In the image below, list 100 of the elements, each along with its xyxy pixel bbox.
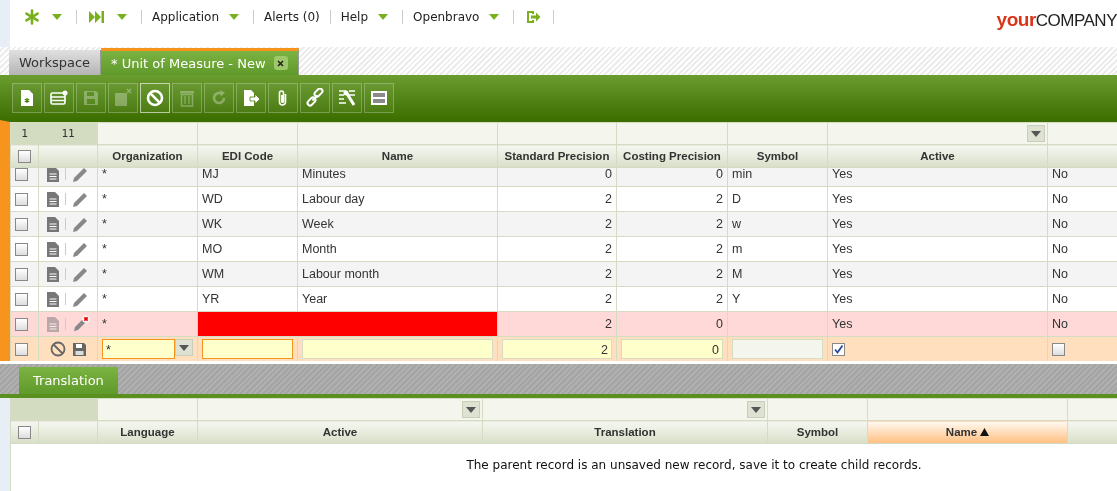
table-cell: * — [97, 186, 198, 212]
dropdown-button[interactable] — [1027, 125, 1045, 142]
dropdown-button[interactable] — [175, 339, 193, 356]
window-tab[interactable]: Workspace — [9, 50, 102, 75]
dropdown-button[interactable] — [462, 401, 480, 418]
symbol-field[interactable] — [732, 339, 823, 359]
checkbox[interactable] — [15, 268, 28, 282]
checkbox[interactable] — [15, 318, 28, 332]
table-cell: Yes — [827, 261, 1048, 287]
pencil-icon[interactable] — [72, 215, 89, 233]
table-cell: m — [727, 236, 828, 262]
filter-field[interactable] — [616, 122, 728, 145]
company-logo: yourCOMPANY — [996, 8, 1117, 32]
column-header[interactable]: Active — [827, 144, 1048, 168]
table-cell: Month — [297, 236, 498, 262]
column-header[interactable]: Standard Precision — [497, 144, 617, 168]
table-cell: 2 — [497, 236, 617, 262]
table-cell: Yes — [827, 211, 1048, 237]
edi-code-field[interactable] — [202, 339, 293, 359]
table-cell: 2 — [497, 261, 617, 287]
dropdown-button[interactable] — [747, 401, 765, 418]
save-icon[interactable] — [71, 341, 87, 357]
document-icon[interactable] — [47, 191, 59, 207]
checkbox[interactable] — [15, 243, 28, 257]
caret-icon[interactable] — [751, 406, 761, 413]
menu-item[interactable]: Help — [340, 10, 369, 24]
document-icon[interactable] — [47, 266, 59, 282]
pencil-icon[interactable] — [72, 290, 89, 308]
checkbox[interactable] — [18, 149, 31, 163]
column-header[interactable]: Name — [297, 144, 498, 168]
caret-icon[interactable] — [466, 406, 476, 413]
empty-message: The parent record is an unsaved new record, save it to create child records. — [466, 458, 922, 472]
close-icon[interactable] — [277, 59, 284, 67]
filter-field[interactable] — [727, 122, 828, 145]
filter-field[interactable] — [1047, 122, 1117, 145]
column-header[interactable]: Costing Precision — [616, 144, 728, 168]
filter-field[interactable] — [1067, 398, 1117, 421]
costing-precision-field[interactable]: 0 — [621, 339, 723, 359]
caret-icon[interactable] — [489, 14, 500, 20]
table-cell: MO — [197, 236, 298, 262]
document-icon[interactable] — [47, 291, 59, 307]
standard-precision-field[interactable]: 2 — [502, 339, 612, 359]
active-checkbox[interactable] — [832, 343, 845, 357]
close-button[interactable] — [273, 56, 288, 70]
caret-icon[interactable] — [179, 344, 189, 351]
sort-ascending-icon[interactable] — [980, 428, 990, 436]
table-cell: 0 — [497, 168, 617, 187]
asterisk-icon[interactable] — [24, 9, 40, 25]
column-header[interactable]: Translation — [482, 420, 768, 444]
checkbox[interactable] — [15, 168, 28, 182]
pencil-error-icon[interactable] — [71, 315, 90, 333]
pencil-icon[interactable] — [72, 240, 89, 258]
table-cell: No — [1047, 168, 1117, 187]
caret-icon[interactable] — [1031, 130, 1041, 137]
checkbox[interactable] — [1052, 343, 1065, 357]
column-header[interactable]: Active — [197, 420, 483, 444]
fast-forward-icon[interactable] — [89, 10, 105, 24]
table-cell: Yes — [827, 168, 1048, 187]
table-cell: 2 — [497, 311, 617, 337]
cancel-icon[interactable] — [49, 341, 66, 357]
filter-field[interactable] — [767, 398, 868, 421]
caret-icon[interactable] — [117, 14, 127, 20]
document-icon[interactable] — [47, 216, 59, 232]
table-cell: 2 — [497, 286, 617, 312]
filter-field[interactable] — [97, 122, 198, 145]
filter-field[interactable] — [482, 398, 768, 421]
menu-item[interactable]: Openbravo — [413, 10, 480, 24]
filter-field[interactable] — [827, 122, 1048, 145]
table-cell: 0 — [616, 168, 728, 187]
document-icon[interactable] — [47, 241, 59, 257]
checkbox[interactable] — [15, 293, 28, 307]
filter-field[interactable] — [97, 398, 198, 421]
checkbox[interactable] — [15, 343, 28, 357]
pencil-icon[interactable] — [72, 265, 89, 283]
table-cell: Labour day — [297, 186, 498, 212]
table-cell: 2 — [616, 211, 728, 237]
name-field[interactable] — [302, 339, 493, 359]
table-cell: * — [97, 286, 198, 312]
table-cell: Y — [727, 286, 828, 312]
pencil-icon[interactable] — [72, 190, 89, 208]
document-icon[interactable] — [46, 316, 59, 332]
caret-icon[interactable] — [52, 14, 62, 20]
table-cell: 2 — [497, 211, 617, 237]
caret-icon[interactable] — [229, 14, 240, 20]
filter-field[interactable] — [497, 122, 617, 145]
table-cell: WK — [197, 211, 298, 237]
document-icon[interactable] — [47, 168, 59, 182]
logout-icon[interactable] — [526, 10, 542, 24]
checkbox[interactable] — [18, 425, 31, 439]
menu-item[interactable]: Alerts (0) — [264, 10, 320, 24]
menu-item[interactable]: Application — [152, 10, 220, 24]
organization-field[interactable]: * — [102, 339, 175, 359]
filter-field[interactable] — [297, 122, 498, 145]
filter-field[interactable] — [197, 398, 483, 421]
filter-field[interactable] — [197, 122, 298, 145]
filter-field[interactable] — [867, 398, 1068, 421]
checkbox[interactable] — [15, 218, 28, 232]
checkbox[interactable] — [15, 193, 28, 207]
column-header[interactable]: Name — [867, 420, 1068, 444]
caret-icon[interactable] — [378, 14, 389, 20]
